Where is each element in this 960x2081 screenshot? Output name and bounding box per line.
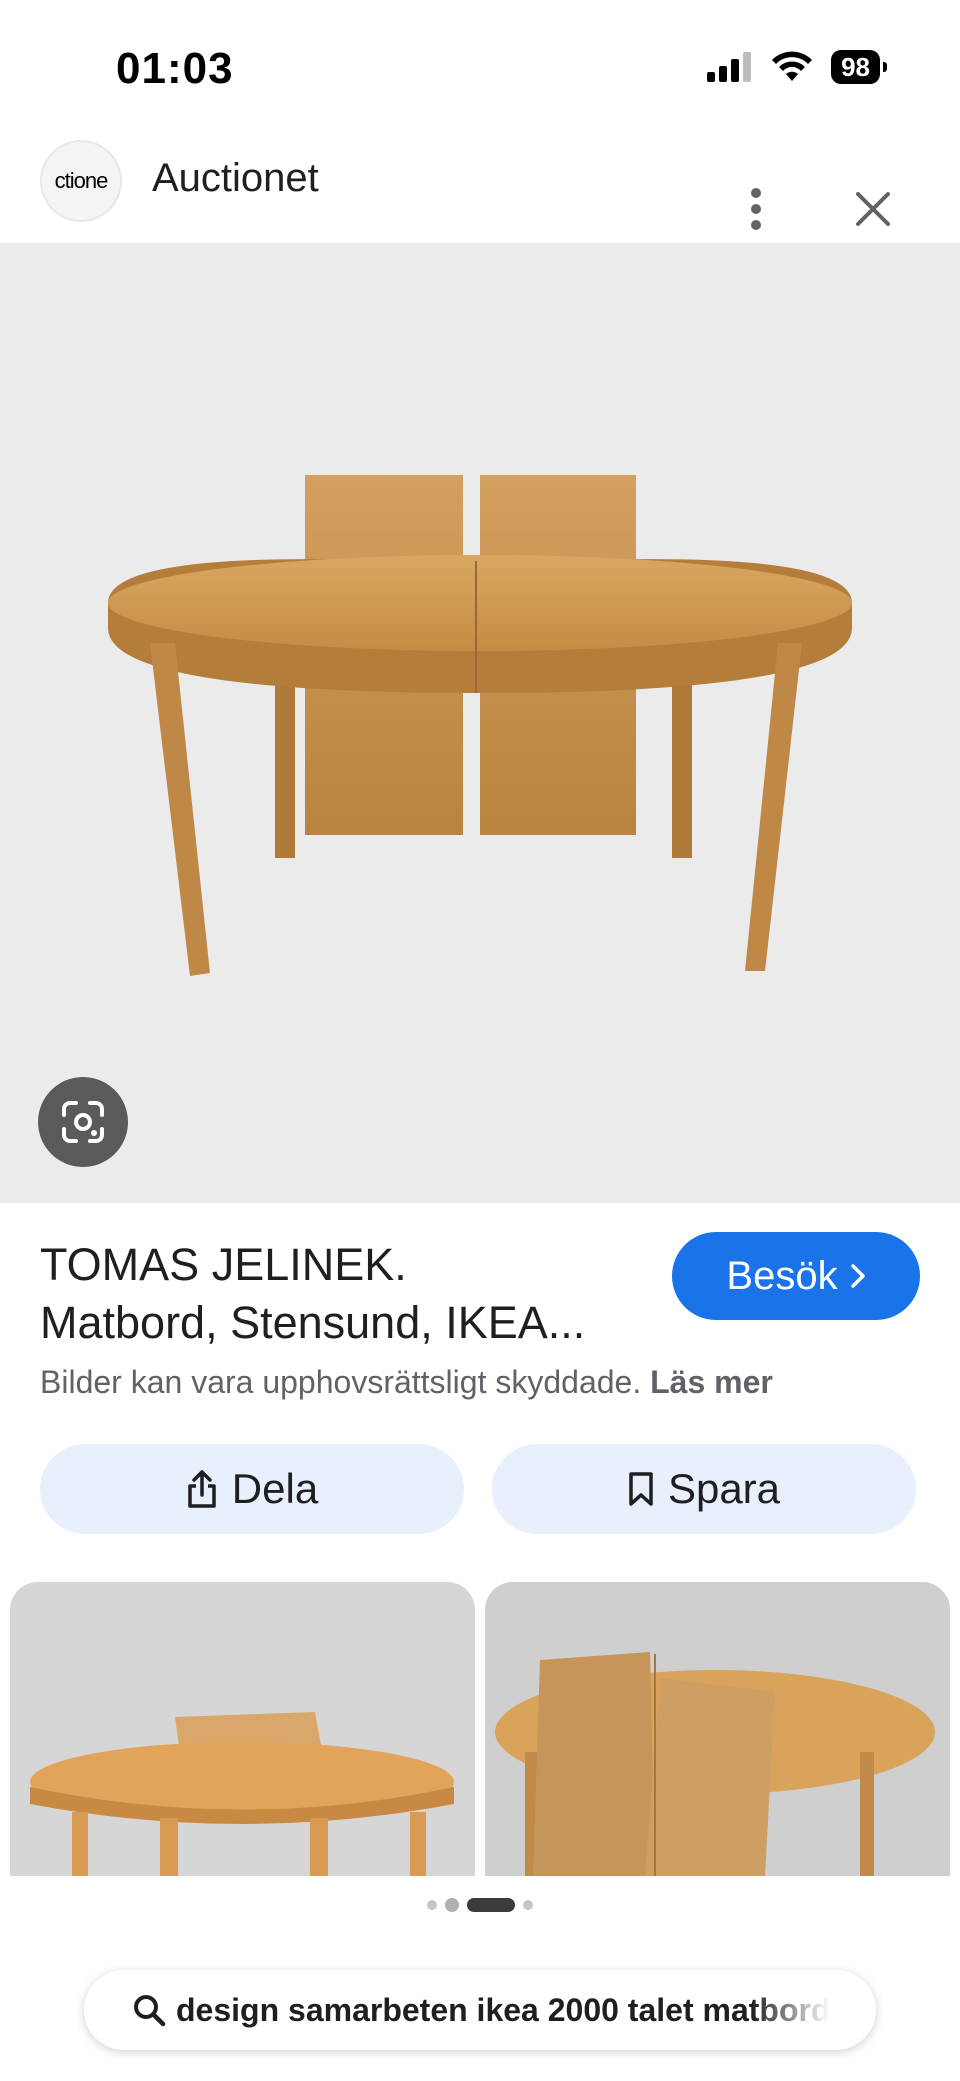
read-more-link[interactable]: Läs mer xyxy=(650,1364,773,1400)
related-image-2 xyxy=(485,1582,950,1876)
source-header: ctione Auctionet xyxy=(0,140,960,243)
result-title-line2: Matbord, Stensund, IKEA... xyxy=(40,1297,586,1348)
more-vert-icon xyxy=(751,188,761,230)
google-lens-icon xyxy=(62,1101,104,1143)
battery-icon: 98 xyxy=(831,50,887,84)
status-time: 01:03 xyxy=(116,44,234,93)
site-logo[interactable]: ctione xyxy=(40,140,122,222)
visit-label: Besök xyxy=(726,1253,838,1298)
share-icon xyxy=(188,1470,216,1508)
save-label: Spara xyxy=(667,1465,781,1512)
share-label: Dela xyxy=(231,1465,319,1512)
pager-dots xyxy=(0,1898,960,1912)
chevron-right-icon xyxy=(850,1264,865,1288)
more-options-button[interactable] xyxy=(736,184,776,234)
site-name[interactable]: Auctionet xyxy=(152,156,319,201)
related-thumbnail[interactable] xyxy=(485,1582,950,1876)
result-title-line1: TOMAS JELINEK. xyxy=(40,1239,407,1290)
close-icon xyxy=(856,192,890,226)
result-title[interactable]: TOMAS JELINEK. Matbord, Stensund, IKEA..… xyxy=(40,1236,660,1352)
pager-dot[interactable] xyxy=(445,1898,459,1912)
close-button[interactable] xyxy=(846,182,900,236)
wifi-icon xyxy=(772,51,813,81)
copyright-notice: Bilder kan vara upphovsrättsligt skyddad… xyxy=(40,1364,773,1401)
search-query-pill[interactable]: design samarbeten ikea 2000 talet matbor… xyxy=(84,1970,876,2050)
related-thumbnail[interactable] xyxy=(10,1582,475,1876)
lens-button[interactable] xyxy=(38,1077,128,1167)
pager-dot-active[interactable] xyxy=(467,1898,515,1912)
bookmark-icon xyxy=(629,1472,653,1506)
search-icon xyxy=(134,1995,166,2027)
site-logo-text: ctione xyxy=(54,168,109,193)
main-image[interactable] xyxy=(0,243,960,1203)
status-icons: 98 xyxy=(707,50,887,84)
search-query-text: design samarbeten ikea 2000 talet matbor… xyxy=(176,1991,831,2028)
copyright-text: Bilder kan vara upphovsrättsligt skyddad… xyxy=(40,1364,642,1400)
battery-level: 98 xyxy=(841,52,870,82)
status-bar: 01:03 98 xyxy=(0,0,960,140)
share-button[interactable]: Dela xyxy=(40,1444,464,1534)
related-image-1 xyxy=(10,1582,475,1876)
cellular-signal-icon xyxy=(707,52,752,82)
pager-dot[interactable] xyxy=(427,1900,437,1910)
table-image xyxy=(108,475,852,976)
visit-button[interactable]: Besök xyxy=(672,1232,920,1320)
pager-dot[interactable] xyxy=(523,1900,533,1910)
save-button[interactable]: Spara xyxy=(492,1444,916,1534)
